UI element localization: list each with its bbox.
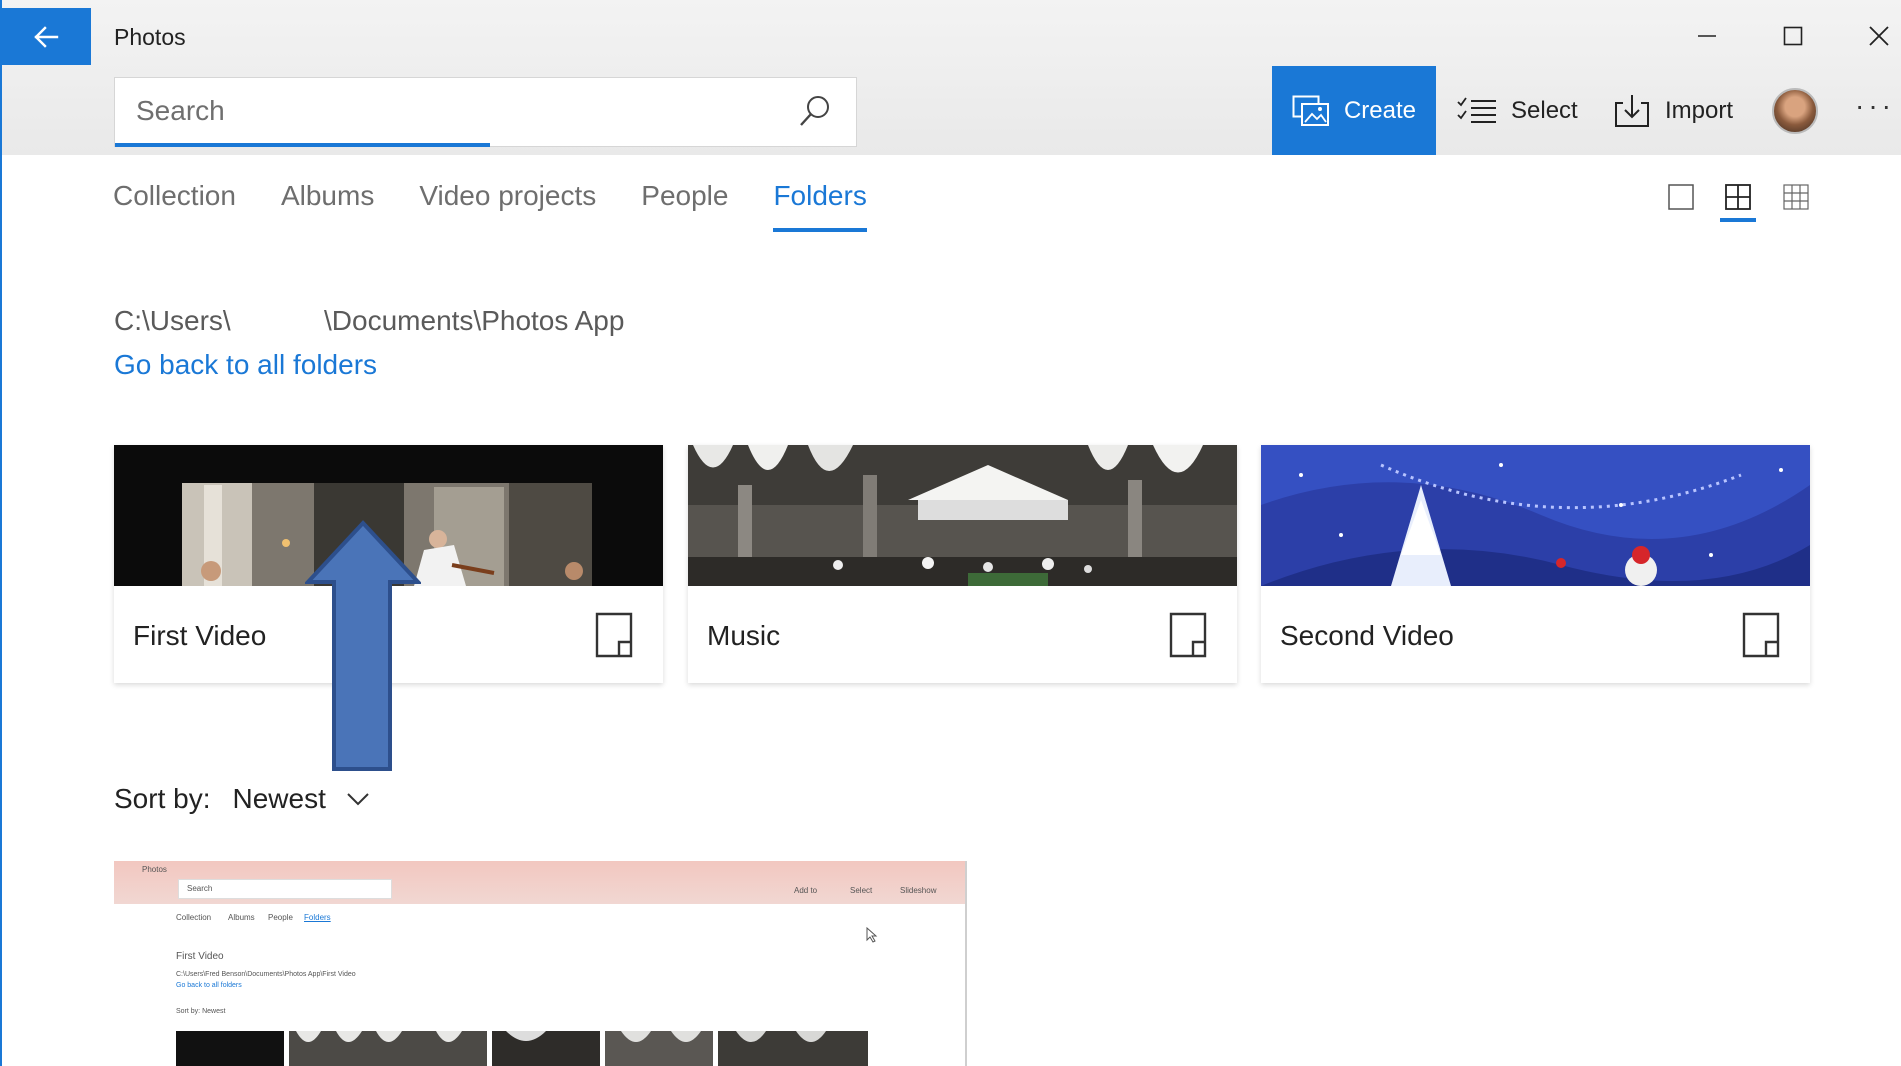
title-bar: Photos Create (0, 0, 1901, 155)
tab-albums[interactable]: Albums (281, 180, 374, 226)
tab-folders[interactable]: Folders (773, 180, 868, 232)
video-thumbnail-command: Select (850, 886, 873, 895)
medium-tiles-icon[interactable] (1723, 182, 1753, 212)
import-button[interactable]: Import (1613, 66, 1733, 155)
folder-card-second-video[interactable]: Second Video (1261, 445, 1810, 683)
create-icon (1292, 95, 1329, 126)
cursor-icon (866, 927, 878, 943)
close-button[interactable] (1851, 14, 1901, 58)
search-box (114, 77, 857, 147)
sort-value: Newest (232, 783, 326, 814)
import-icon (1615, 94, 1649, 127)
folder-icon (1742, 612, 1780, 658)
search-input[interactable] (115, 78, 775, 144)
sort-control: Sort by: Newest (114, 783, 370, 815)
chevron-down-icon (347, 793, 369, 806)
folder-thumbnail (688, 445, 1237, 586)
maximize-button[interactable] (1765, 14, 1821, 58)
folder-name: Music (707, 620, 781, 651)
video-thumbnail[interactable]: Photos Search Add to Select Slideshow Co… (114, 861, 967, 1066)
folder-icon (595, 612, 633, 658)
tab-collection[interactable]: Collection (113, 180, 236, 226)
app-title: Photos (114, 24, 186, 50)
video-thumbnail-search: Search (178, 879, 392, 899)
create-label: Create (1343, 96, 1417, 124)
video-thumbnail-command: Slideshow (900, 886, 937, 895)
tab-people[interactable]: People (641, 180, 728, 226)
search-focus-underline (115, 143, 490, 147)
search-icon[interactable] (798, 94, 832, 128)
photos-app-window: Photos Create (0, 0, 1901, 1066)
user-avatar[interactable] (1772, 88, 1818, 134)
video-thumbnail-sort: Sort by: Newest (176, 1008, 226, 1015)
video-thumbnail-folder-title: First Video (176, 951, 224, 962)
video-thumbnail-tab: People (268, 913, 293, 922)
sort-dropdown[interactable]: Newest (232, 783, 369, 815)
close-icon (1869, 26, 1889, 46)
video-thumbnail-command: Add to (794, 886, 818, 895)
small-tiles-icon[interactable] (1781, 182, 1811, 212)
folder-path: C:\Users\ \Documents\Photos App (114, 305, 625, 336)
large-tiles-icon[interactable] (1666, 182, 1696, 212)
minimize-button[interactable] (1679, 14, 1735, 58)
select-button[interactable]: Select (1457, 66, 1578, 155)
annotation-arrow (305, 520, 421, 771)
video-thumbnail-search-text: Search (187, 884, 213, 893)
back-button[interactable] (0, 8, 91, 65)
video-thumbnail-photo-strip (176, 1031, 868, 1066)
sort-label: Sort by: (114, 783, 211, 814)
import-label: Import (1665, 96, 1734, 124)
tab-video-projects[interactable]: Video projects (419, 180, 596, 226)
navigation-tabs: Collection Albums Video projects People … (113, 180, 868, 232)
folder-icon (1169, 612, 1207, 658)
more-options-button[interactable]: ··· (1855, 90, 1895, 122)
video-thumbnail-path: C:\Users\Fred Benson\Documents\Photos Ap… (176, 971, 356, 978)
video-thumbnail-title: Photos (142, 865, 167, 874)
minimize-icon (1698, 35, 1716, 37)
folder-name: Second Video (1280, 620, 1454, 651)
create-button[interactable]: Create (1272, 66, 1436, 155)
video-thumbnail-tab: Folders (304, 913, 331, 922)
select-checklist-icon (1457, 96, 1496, 123)
video-thumbnail-tab: Albums (228, 913, 255, 922)
view-selected-indicator (1720, 218, 1756, 222)
select-label: Select (1511, 96, 1578, 124)
video-thumbnail-tab: Collection (176, 913, 212, 922)
back-to-all-folders-link[interactable]: Go back to all folders (114, 349, 377, 381)
arrow-left-icon (33, 25, 58, 48)
folder-thumbnail (1261, 445, 1810, 586)
maximize-icon (1783, 26, 1803, 46)
video-thumbnail-back-link: Go back to all folders (176, 982, 242, 989)
window-left-border (0, 0, 2, 1066)
folder-name: First Video (133, 620, 267, 651)
folder-card-music[interactable]: Music (688, 445, 1237, 683)
